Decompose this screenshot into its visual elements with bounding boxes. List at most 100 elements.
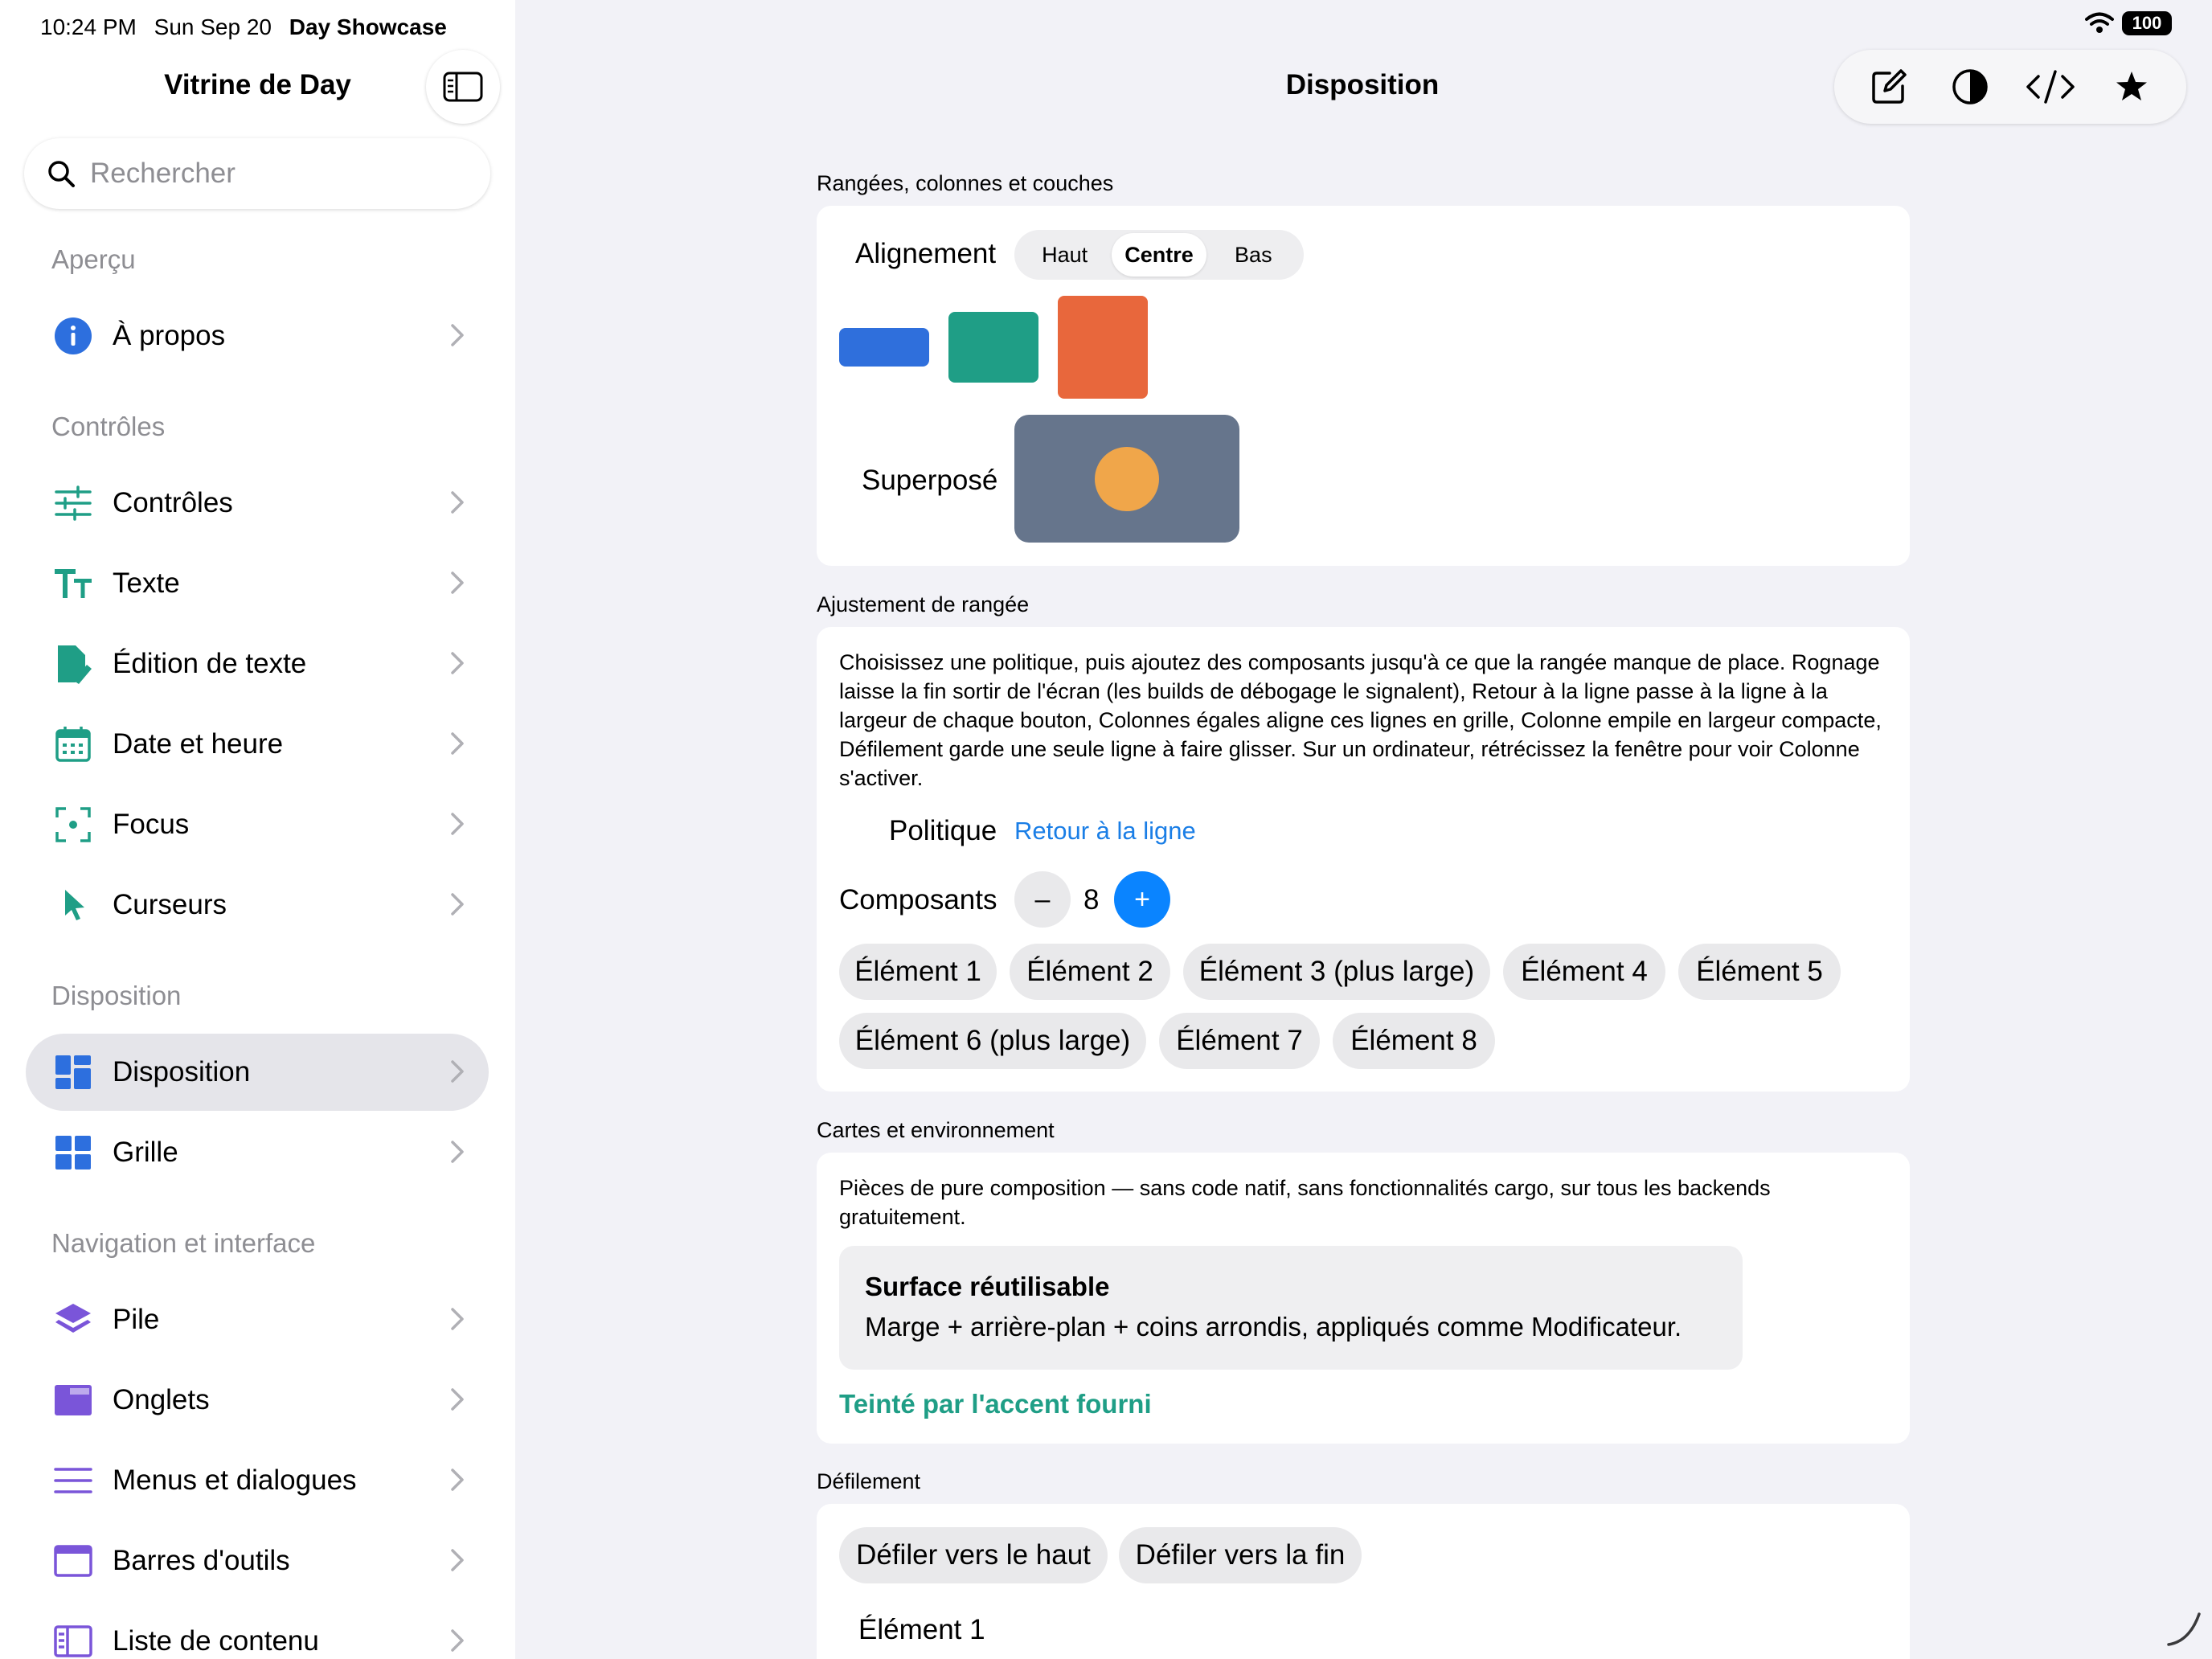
sidebar-item-pile[interactable]: Pile (26, 1281, 489, 1358)
code-button[interactable] (2018, 55, 2083, 119)
sidebar-item-curseurs[interactable]: Curseurs (26, 866, 489, 944)
battery-indicator: 100 (2122, 11, 2172, 35)
status-time: 10:24 PM (40, 14, 137, 39)
sidebar-item-label: Édition de texte (113, 648, 307, 679)
section-header-cards: Cartes et environnement (817, 1118, 1055, 1142)
chevron-right-icon (451, 1060, 464, 1083)
chip-element-8[interactable]: Élément 8 (1333, 1013, 1495, 1069)
sidebar-item-label: Contrôles (113, 487, 233, 518)
section-header-navigation: Navigation et interface (51, 1228, 316, 1258)
search-icon (48, 161, 75, 187)
sidebar-item-label: Barres d'outils (113, 1545, 290, 1576)
chevron-right-icon (451, 1629, 464, 1652)
sidebar-item-a-propos[interactable]: À propos (26, 297, 489, 375)
chip-element-5[interactable]: Élément 5 (1678, 944, 1841, 1000)
grid-icon (53, 1133, 93, 1173)
surface-body: Marge + arrière-plan + coins arrondis, a… (865, 1312, 1682, 1342)
theme-toggle-button[interactable] (1938, 55, 2002, 119)
sidebar-item-menus-et-dialogues[interactable]: Menus et dialogues (26, 1442, 489, 1519)
sidebar-item-label: Grille (113, 1137, 178, 1168)
wifi-icon (2085, 12, 2114, 33)
resize-handle-icon[interactable] (2165, 1611, 2202, 1648)
decrement-button[interactable]: – (1014, 871, 1071, 928)
alignment-option-haut[interactable]: Haut (1018, 233, 1112, 276)
menu-lines-icon (53, 1460, 93, 1501)
sidebar-item-grille[interactable]: Grille (26, 1114, 489, 1191)
chip-element-4[interactable]: Élément 4 (1503, 944, 1665, 1000)
alignment-segmented-control: Haut Centre Bas (1014, 230, 1304, 280)
sidebar-item-label: Focus (113, 809, 190, 840)
section-header-rows: Rangées, colonnes et couches (817, 171, 1114, 195)
page-title: Disposition (1285, 69, 1440, 100)
calendar-icon (53, 724, 93, 764)
policy-picker[interactable]: Retour à la ligne (1014, 817, 1196, 846)
status-app-name: Day Showcase (289, 14, 447, 39)
section-header-disposition: Disposition (51, 981, 182, 1010)
chevron-right-icon (451, 732, 464, 755)
status-date: Sun Sep 20 (154, 14, 272, 39)
overlay-circle (1095, 447, 1159, 511)
sidebar-item-disposition[interactable]: Disposition (26, 1034, 489, 1111)
blue-block (839, 328, 929, 367)
alignment-option-centre[interactable]: Centre (1112, 233, 1206, 276)
chip-element-1[interactable]: Élément 1 (839, 944, 997, 1000)
text-size-icon (53, 563, 93, 604)
list-detail-icon (53, 1621, 93, 1659)
increment-button[interactable]: + (1114, 871, 1170, 928)
chevron-right-icon (451, 893, 464, 916)
favorite-button[interactable] (2099, 55, 2164, 119)
orange-block (1058, 296, 1148, 399)
alignment-label: Alignement (855, 238, 997, 269)
chevron-right-icon (451, 491, 464, 514)
sidebar-item-label: Disposition (113, 1056, 251, 1088)
sidebar-item-barres-d-outils[interactable]: Barres d'outils (26, 1522, 489, 1600)
search-input[interactable] (90, 158, 476, 190)
star-icon (2116, 72, 2147, 100)
sidebar-item-label: Date et heure (113, 728, 284, 760)
sidebar-item-liste-de-contenu[interactable]: Liste de contenu (26, 1603, 489, 1659)
tabs-icon (53, 1380, 93, 1420)
stacked-container (1014, 415, 1239, 543)
chip-element-3[interactable]: Élément 3 (plus large) (1183, 944, 1490, 1000)
tinted-accent-text: Teinté par l'accent fourni (839, 1389, 1152, 1419)
sidebar-item-label: Texte (113, 567, 180, 599)
chevron-right-icon (451, 571, 464, 594)
chip-element-7[interactable]: Élément 7 (1159, 1013, 1320, 1069)
sidebar-item-controles[interactable]: Contrôles (26, 465, 489, 542)
cursor-icon (53, 885, 93, 925)
scroll-to-top-button[interactable]: Défiler vers le haut (839, 1527, 1108, 1583)
sidebar-item-edition-de-texte[interactable]: Édition de texte (26, 625, 489, 703)
chevron-right-icon (451, 324, 464, 346)
code-icon (2026, 70, 2075, 104)
surface-title: Surface réutilisable (865, 1272, 1110, 1301)
policy-label: Politique (889, 815, 997, 846)
sidebar-item-texte[interactable]: Texte (26, 545, 489, 622)
sidebar-item-date-et-heure[interactable]: Date et heure (26, 706, 489, 783)
search-field[interactable] (24, 138, 490, 209)
chip-element-6[interactable]: Élément 6 (plus large) (839, 1013, 1146, 1069)
toolbar-window-icon (53, 1541, 93, 1581)
chevron-right-icon (451, 1308, 464, 1330)
chevron-right-icon (451, 813, 464, 835)
sidebar-item-label: Onglets (113, 1384, 210, 1415)
focus-icon (53, 805, 93, 845)
scroll-list-item: Élément 1 (858, 1614, 985, 1645)
toolbar (1834, 50, 2186, 124)
sidebar-item-label: Pile (113, 1304, 160, 1335)
components-label: Composants (839, 884, 997, 916)
sidebar: 10:24 PM Sun Sep 20 Day Showcase Vitrine… (0, 0, 515, 1659)
sidebar-item-label: Liste de contenu (113, 1625, 319, 1657)
scroll-to-end-button[interactable]: Défiler vers la fin (1119, 1527, 1362, 1583)
compose-button[interactable] (1857, 55, 1921, 119)
layout-icon (53, 1052, 93, 1092)
sidebar-icon (443, 72, 483, 102)
sidebar-item-label: À propos (113, 320, 226, 351)
section-header-wrap: Ajustement de rangée (817, 592, 1030, 616)
compose-icon (1872, 69, 1907, 104)
sidebar-item-onglets[interactable]: Onglets (26, 1362, 489, 1439)
alignment-option-bas[interactable]: Bas (1206, 233, 1301, 276)
sidebar-item-focus[interactable]: Focus (26, 786, 489, 863)
chip-element-2[interactable]: Élément 2 (1010, 944, 1170, 1000)
sidebar-toggle-button[interactable] (426, 50, 500, 124)
stack-icon (53, 1300, 93, 1340)
